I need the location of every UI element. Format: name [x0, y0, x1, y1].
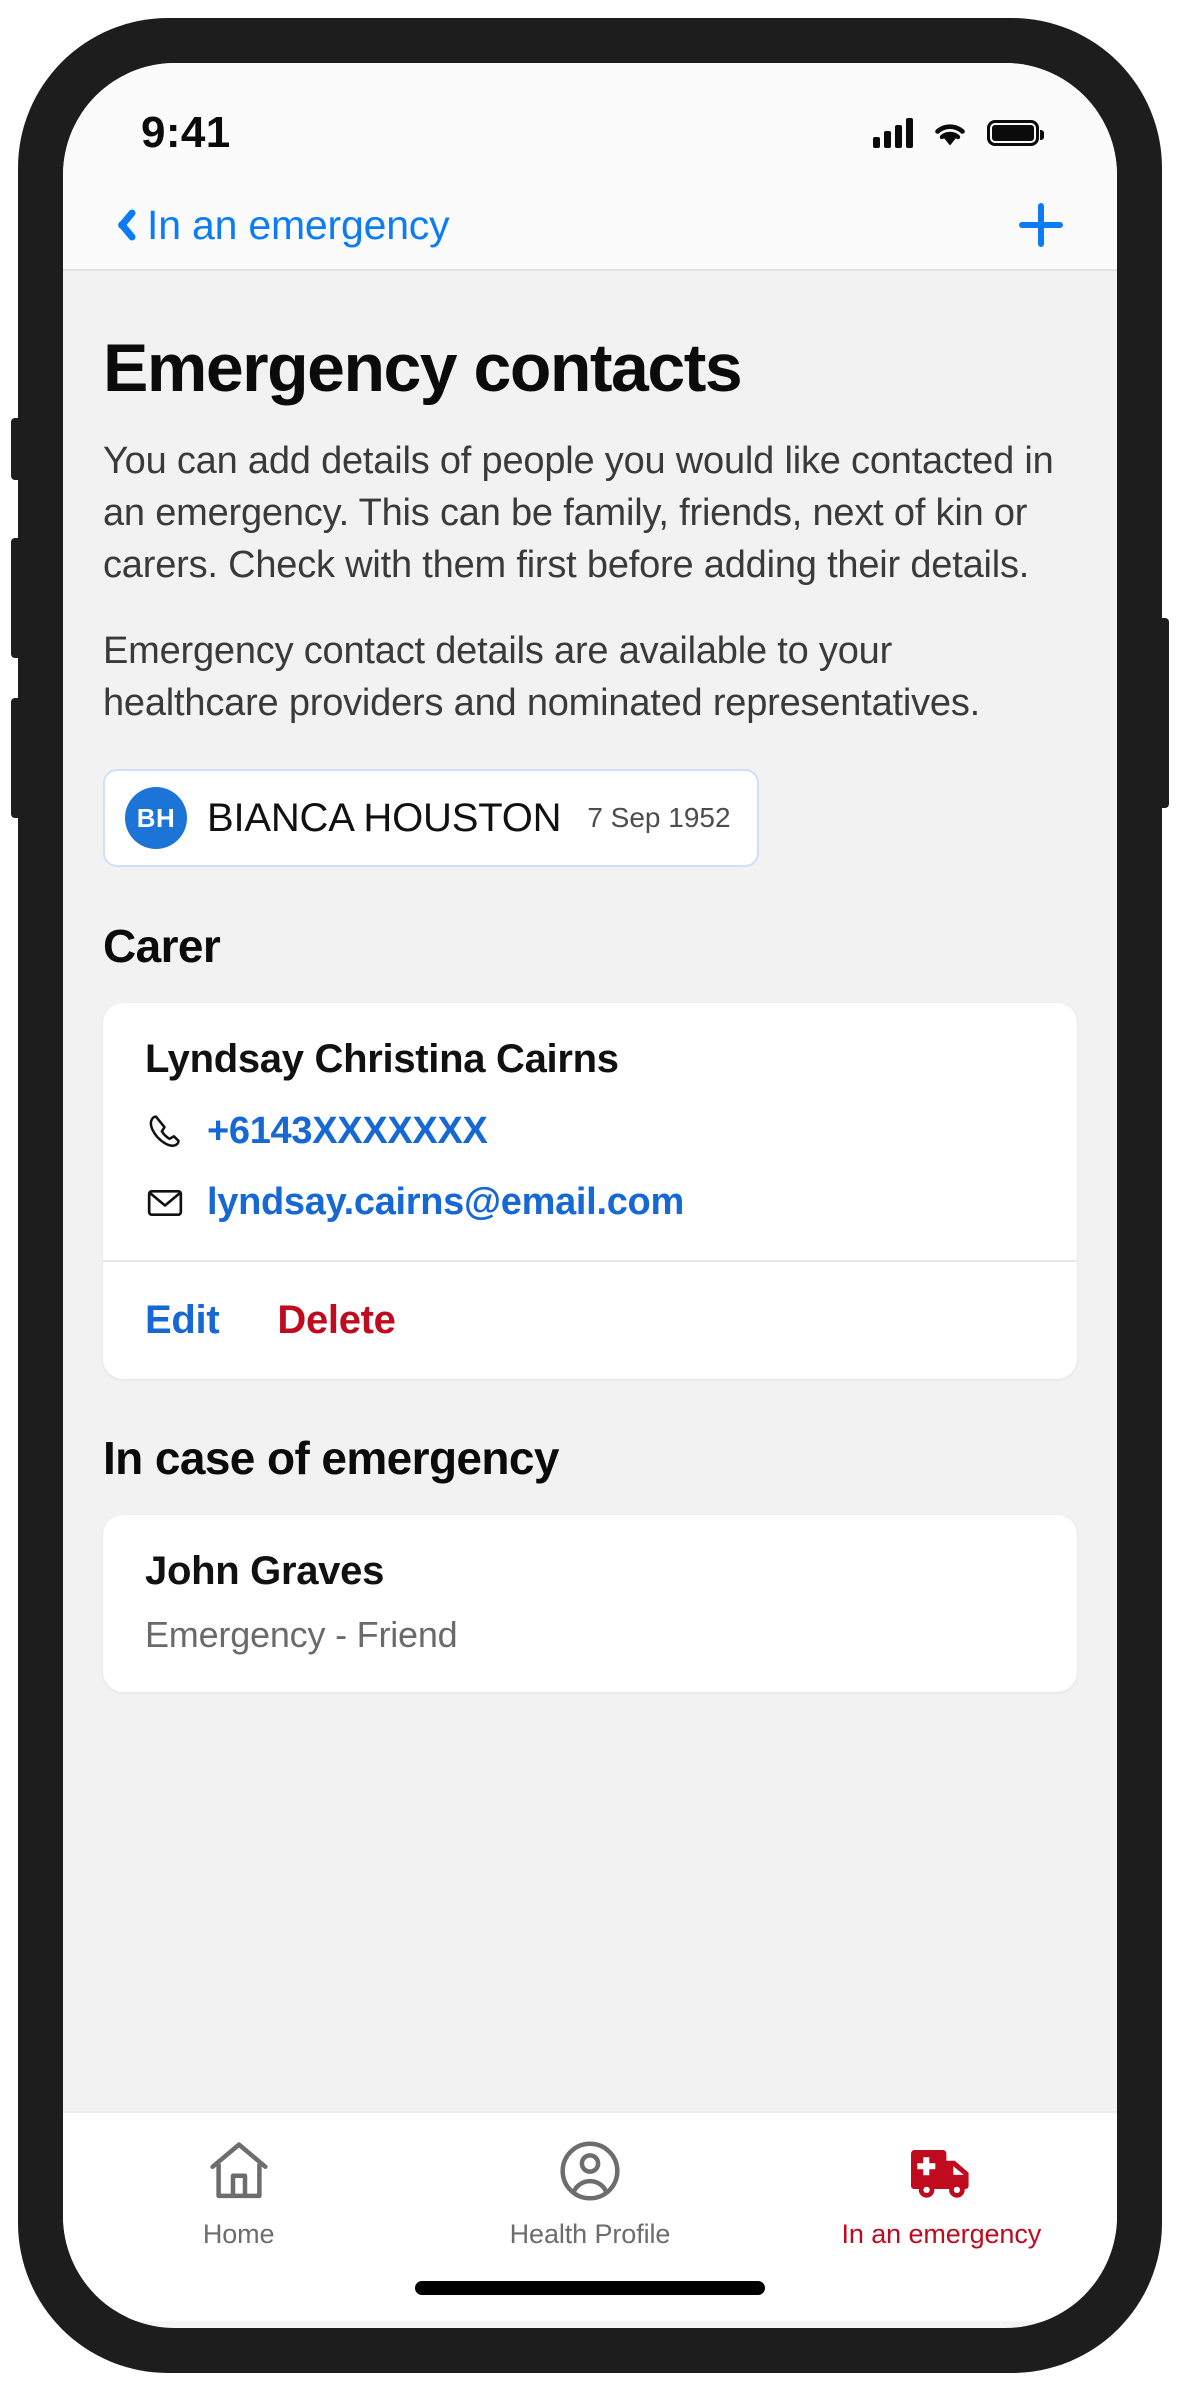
patient-dob: 7 Sep 1952 [587, 802, 731, 834]
intro-paragraph-2: Emergency contact details are available … [103, 630, 980, 725]
back-button[interactable]: In an emergency [107, 201, 450, 249]
contact-card-emergency: John Graves Emergency - Friend [103, 1515, 1077, 1693]
power-button[interactable] [1159, 618, 1169, 808]
patient-name: BIANCA HOUSTON [207, 795, 562, 840]
avatar: BH [125, 787, 187, 850]
contact-card-body: Lyndsay Christina Cairns +6143XXXXXXX ly… [103, 1003, 1077, 1260]
contact-relationship: Emergency - Friend [145, 1614, 458, 1656]
contact-card-carer: Lyndsay Christina Cairns +6143XXXXXXX ly… [103, 1003, 1077, 1380]
status-bar-icons [873, 118, 1044, 148]
section-heading-carer: Carer [103, 920, 221, 973]
status-bar-time: 9:41 [141, 108, 231, 157]
contact-name: Lyndsay Christina Cairns [145, 1037, 619, 1082]
navigation-bar: In an emergency [63, 181, 1117, 271]
section-heading-emergency: In case of emergency [103, 1432, 559, 1485]
intro-paragraph-1: You can add details of people you would … [103, 440, 1054, 587]
contact-email-row[interactable]: lyndsay.cairns@email.com [145, 1181, 1035, 1224]
tab-in-an-emergency[interactable]: In an emergency [766, 2135, 1117, 2250]
page-title: Emergency contacts [103, 330, 743, 406]
envelope-icon [145, 1183, 185, 1223]
tab-home[interactable]: Home [63, 2135, 414, 2250]
wifi-icon [931, 118, 969, 148]
phone-icon [145, 1112, 185, 1152]
phone-frame: 9:41 In an emergency Emergency contacts … [11, 18, 1169, 2373]
contact-card-body: John Graves Emergency - Friend [103, 1515, 1077, 1692]
edit-button[interactable]: Edit [145, 1298, 220, 1343]
add-contact-button[interactable] [1017, 201, 1065, 249]
tab-health-profile[interactable]: Health Profile [414, 2135, 765, 2250]
page-content: Emergency contacts You can add details o… [63, 271, 1117, 2111]
status-bar: 9:41 [63, 63, 1117, 181]
ambulance-icon [905, 2135, 977, 2207]
chevron-left-icon [107, 205, 133, 245]
tab-label-home: Home [202, 2219, 275, 2249]
contact-card-actions: Edit Delete [103, 1260, 1077, 1379]
volume-up-button[interactable] [11, 538, 21, 658]
delete-button[interactable]: Delete [277, 1298, 396, 1343]
home-icon [203, 2135, 275, 2207]
phone-screen: 9:41 In an emergency Emergency contacts … [63, 63, 1117, 2328]
cellular-signal-icon [873, 118, 913, 148]
person-circle-icon [554, 2135, 626, 2207]
tab-label-in-an-emergency: In an emergency [841, 2219, 1042, 2249]
silent-switch[interactable] [11, 418, 21, 480]
bottom-tab-bar: Home Health Profile In an emergency [63, 2111, 1117, 2321]
content-fade-overlay [63, 2041, 1117, 2111]
patient-banner[interactable]: BH BIANCA HOUSTON 7 Sep 1952 [103, 769, 759, 868]
battery-full-icon [987, 120, 1044, 146]
contact-phone[interactable]: +6143XXXXXXX [207, 1110, 488, 1153]
tab-label-health-profile: Health Profile [509, 2219, 671, 2249]
contact-name: John Graves [145, 1549, 385, 1594]
contact-email[interactable]: lyndsay.cairns@email.com [207, 1181, 684, 1224]
nav-title: In an emergency [147, 201, 450, 248]
screenshot-stage: 9:41 In an emergency Emergency contacts … [0, 0, 1180, 2391]
home-indicator[interactable] [415, 2281, 765, 2295]
volume-down-button[interactable] [11, 698, 21, 818]
contact-phone-row[interactable]: +6143XXXXXXX [145, 1110, 1035, 1153]
